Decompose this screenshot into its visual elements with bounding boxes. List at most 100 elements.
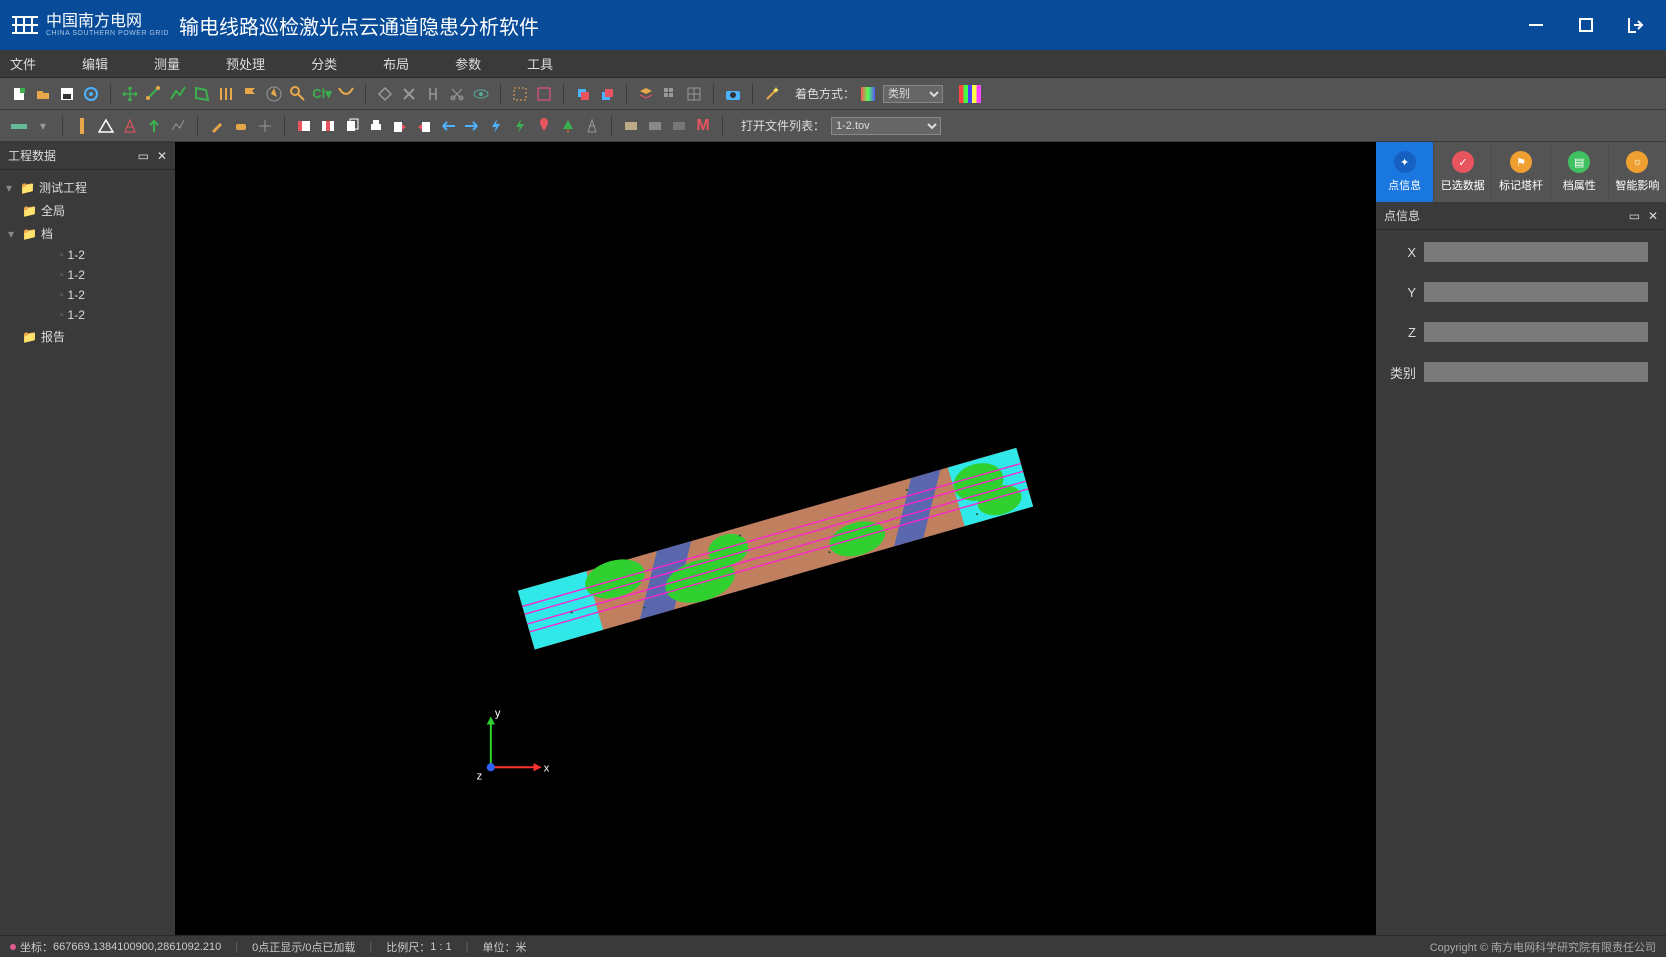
pin-icon[interactable] bbox=[535, 117, 553, 135]
panel-close-icon[interactable]: ✕ bbox=[1648, 209, 1658, 223]
grid-icon[interactable] bbox=[661, 85, 679, 103]
tower2-icon[interactable] bbox=[583, 117, 601, 135]
select-rect-icon[interactable] bbox=[511, 85, 529, 103]
color-mode-label: 着色方式： bbox=[795, 85, 855, 102]
svg-text:x: x bbox=[544, 762, 550, 774]
grid2-icon[interactable] bbox=[685, 85, 703, 103]
camera-icon[interactable] bbox=[724, 85, 742, 103]
x-label: X bbox=[1376, 245, 1416, 260]
tree-report[interactable]: 📁报告 bbox=[0, 325, 175, 348]
tree-icon[interactable] bbox=[559, 117, 577, 135]
align-icon[interactable] bbox=[256, 117, 274, 135]
panel-close-icon[interactable]: ✕ bbox=[157, 149, 167, 163]
menu-params[interactable]: 参数 bbox=[455, 54, 481, 73]
panel-restore-icon[interactable]: ▭ bbox=[138, 149, 149, 163]
file-list-select[interactable]: 1-2.tov bbox=[831, 117, 941, 135]
y-input[interactable] bbox=[1424, 282, 1648, 302]
z-input[interactable] bbox=[1424, 322, 1648, 342]
rect3-icon[interactable] bbox=[670, 117, 688, 135]
menu-tools[interactable]: 工具 bbox=[527, 54, 553, 73]
export2-icon[interactable] bbox=[415, 117, 433, 135]
key-icon[interactable] bbox=[289, 85, 307, 103]
bars-icon[interactable] bbox=[217, 85, 235, 103]
prev-icon[interactable] bbox=[439, 117, 457, 135]
clear-icon[interactable]: Cl▾ bbox=[313, 85, 331, 103]
vbar-icon[interactable] bbox=[73, 117, 91, 135]
arc-icon[interactable] bbox=[337, 85, 355, 103]
cross-icon[interactable] bbox=[400, 85, 418, 103]
logo: 中国南方电网 CHINA SOUTHERN POWER GRID bbox=[10, 13, 169, 37]
new-icon[interactable] bbox=[10, 85, 28, 103]
next-icon[interactable] bbox=[463, 117, 481, 135]
export1-icon[interactable] bbox=[391, 117, 409, 135]
maximize-button[interactable] bbox=[1576, 15, 1596, 35]
brush-icon[interactable] bbox=[208, 117, 226, 135]
measure-area-icon[interactable] bbox=[193, 85, 211, 103]
tab-point-info[interactable]: ✦点信息 bbox=[1376, 142, 1433, 202]
toolbar-1: Cl▾ 着色方式： 类别 bbox=[0, 78, 1666, 110]
warn-icon[interactable] bbox=[97, 117, 115, 135]
y-label: Y bbox=[1376, 285, 1416, 300]
diamond-icon[interactable] bbox=[376, 85, 394, 103]
tree-global[interactable]: 📁全局 bbox=[0, 199, 175, 222]
panel1-icon[interactable] bbox=[295, 117, 313, 135]
print-icon[interactable] bbox=[367, 117, 385, 135]
tree-file[interactable]: ▫1-2 bbox=[0, 305, 175, 325]
point-info-body: X Y Z 类别 bbox=[1376, 230, 1666, 412]
menu-classify[interactable]: 分类 bbox=[311, 54, 337, 73]
color-swatch-icon bbox=[861, 87, 875, 101]
tree-root[interactable]: ▾📁测试工程 bbox=[0, 176, 175, 199]
tab-mark-tower[interactable]: ⚑标记塔杆 bbox=[1491, 142, 1549, 202]
x-input[interactable] bbox=[1424, 242, 1648, 262]
open-icon[interactable] bbox=[34, 85, 52, 103]
erase-icon[interactable] bbox=[232, 117, 250, 135]
stack-icon[interactable] bbox=[637, 85, 655, 103]
tab-selected-data[interactable]: ✓已选数据 bbox=[1433, 142, 1491, 202]
panel-restore-icon[interactable]: ▭ bbox=[1629, 209, 1640, 223]
layer2-icon[interactable] bbox=[598, 85, 616, 103]
flag-icon[interactable] bbox=[241, 85, 259, 103]
ruler-icon[interactable] bbox=[10, 117, 28, 135]
copy-icon[interactable] bbox=[343, 117, 361, 135]
tree-file[interactable]: ▫1-2 bbox=[0, 285, 175, 305]
measure-dist-icon[interactable] bbox=[145, 85, 163, 103]
minimize-button[interactable] bbox=[1526, 15, 1546, 35]
save-icon[interactable] bbox=[58, 85, 76, 103]
measure-multi-icon[interactable] bbox=[169, 85, 187, 103]
settings-icon[interactable] bbox=[82, 85, 100, 103]
category-input[interactable] bbox=[1424, 362, 1648, 382]
tab-smart-impact[interactable]: ☼智能影响 bbox=[1608, 142, 1666, 202]
graph-icon[interactable] bbox=[169, 117, 187, 135]
eye-icon[interactable] bbox=[472, 85, 490, 103]
layer1-icon[interactable] bbox=[574, 85, 592, 103]
rect2-icon[interactable] bbox=[646, 117, 664, 135]
cut-icon[interactable] bbox=[448, 85, 466, 103]
move-icon[interactable] bbox=[121, 85, 139, 103]
exit-button[interactable] bbox=[1626, 15, 1646, 35]
tower-icon[interactable] bbox=[121, 117, 139, 135]
up-icon[interactable] bbox=[145, 117, 163, 135]
color-mode-select[interactable]: 类别 bbox=[883, 85, 943, 103]
m-icon[interactable]: M bbox=[694, 117, 712, 135]
caliper-icon[interactable] bbox=[424, 85, 442, 103]
tree-file[interactable]: ▫1-2 bbox=[0, 265, 175, 285]
panel2-icon[interactable] bbox=[319, 117, 337, 135]
menu-layout[interactable]: 布局 bbox=[383, 54, 409, 73]
menu-file[interactable]: 文件 bbox=[10, 54, 36, 73]
rect1-icon[interactable] bbox=[622, 117, 640, 135]
bolt1-icon[interactable] bbox=[487, 117, 505, 135]
wand-icon[interactable] bbox=[763, 85, 781, 103]
color-legend-icon[interactable] bbox=[959, 85, 981, 103]
tree-file[interactable]: ▫1-2 bbox=[0, 245, 175, 265]
dropdown-icon[interactable]: ▾ bbox=[34, 117, 52, 135]
tree-segment[interactable]: ▾📁档 bbox=[0, 222, 175, 245]
bolt2-icon[interactable] bbox=[511, 117, 529, 135]
compass-icon[interactable] bbox=[265, 85, 283, 103]
3d-viewport[interactable]: y x z bbox=[175, 142, 1376, 935]
menu-preprocess[interactable]: 预处理 bbox=[226, 54, 265, 73]
select-box-icon[interactable] bbox=[535, 85, 553, 103]
tab-segment-props[interactable]: ▤档属性 bbox=[1550, 142, 1608, 202]
menu-edit[interactable]: 编辑 bbox=[82, 54, 108, 73]
unit-label: 单位： bbox=[483, 939, 516, 955]
menu-measure[interactable]: 测量 bbox=[154, 54, 180, 73]
